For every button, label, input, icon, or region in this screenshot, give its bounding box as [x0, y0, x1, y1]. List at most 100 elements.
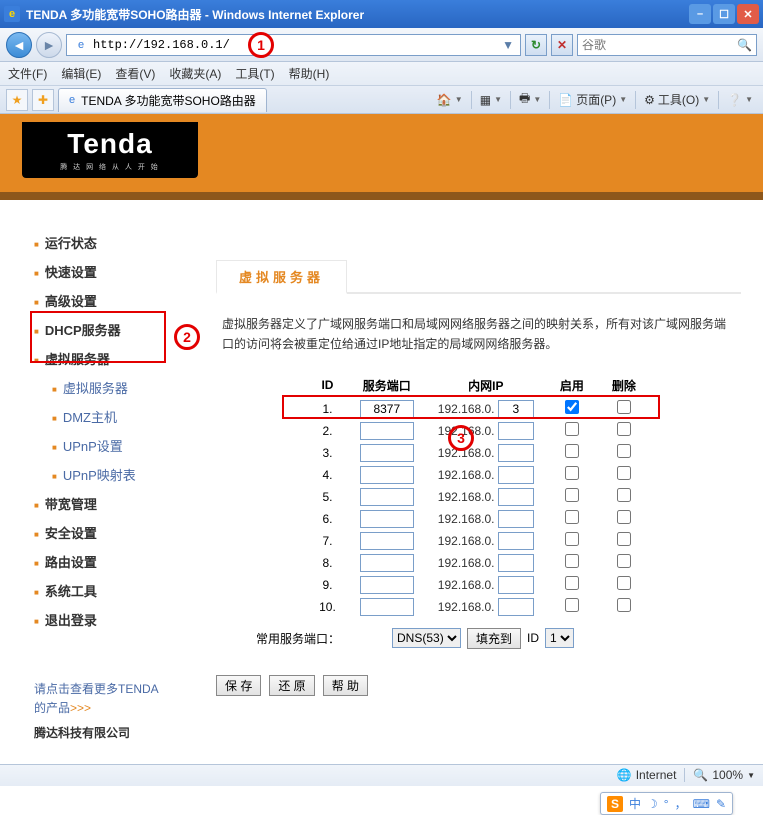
delete-checkbox[interactable]: [617, 466, 631, 480]
back-button[interactable]: ◄: [6, 32, 32, 58]
address-bar[interactable]: e ▼: [66, 34, 521, 56]
enable-checkbox[interactable]: [565, 598, 579, 612]
sidebar-item-13[interactable]: 退出登录: [34, 605, 210, 634]
ime-mode[interactable]: 中: [629, 795, 641, 812]
tools-menu[interactable]: ⚙工具(O)▼: [640, 91, 714, 108]
ip-input[interactable]: [498, 466, 534, 484]
port-input[interactable]: [360, 554, 414, 572]
ip-input[interactable]: [498, 598, 534, 616]
url-input[interactable]: [93, 38, 498, 52]
help-button[interactable]: 帮 助: [323, 675, 368, 696]
enable-checkbox[interactable]: [565, 444, 579, 458]
company-link[interactable]: 腾达科技有限公司: [34, 726, 130, 740]
delete-checkbox[interactable]: [617, 532, 631, 546]
fill-to-button[interactable]: 填充到: [467, 628, 521, 649]
port-input[interactable]: [360, 510, 414, 528]
search-box[interactable]: 🔍: [577, 34, 757, 56]
feeds-button[interactable]: ▦▼: [476, 93, 506, 107]
menu-file[interactable]: 文件(F): [8, 65, 47, 82]
sidebar-item-8[interactable]: UPnP映射表: [34, 460, 210, 489]
ip-input[interactable]: [498, 532, 534, 550]
ip-input[interactable]: [498, 444, 534, 462]
port-input[interactable]: [360, 400, 414, 418]
delete-checkbox[interactable]: [617, 444, 631, 458]
ip-input[interactable]: [498, 576, 534, 594]
ip-input[interactable]: [498, 488, 534, 506]
sidebar-item-2[interactable]: 高级设置: [34, 286, 210, 315]
port-input[interactable]: [360, 598, 414, 616]
home-button[interactable]: 🏠▼: [433, 93, 467, 107]
search-input[interactable]: [582, 38, 737, 52]
url-dropdown-icon[interactable]: ▼: [498, 38, 518, 52]
window-close-button[interactable]: ✕: [737, 4, 759, 24]
ip-input[interactable]: [498, 510, 534, 528]
port-input[interactable]: [360, 444, 414, 462]
port-input[interactable]: [360, 576, 414, 594]
sidebar-item-9[interactable]: 带宽管理: [34, 489, 210, 518]
sidebar-item-5[interactable]: 虚拟服务器: [34, 373, 210, 402]
stop-button[interactable]: ✕: [551, 34, 573, 56]
delete-checkbox[interactable]: [617, 488, 631, 502]
ime-keyboard-icon[interactable]: ⌨: [693, 797, 710, 811]
enable-checkbox[interactable]: [565, 554, 579, 568]
menu-help[interactable]: 帮助(H): [289, 65, 330, 82]
ime-toolbar[interactable]: S 中 ☽ ° ， ⌨ ✎: [600, 792, 733, 815]
help-button[interactable]: ❔▼: [723, 93, 757, 107]
go-refresh-button[interactable]: ↻: [525, 34, 547, 56]
ime-punct[interactable]: ，: [675, 795, 687, 812]
menu-favorites[interactable]: 收藏夹(A): [169, 65, 221, 82]
sidebar-item-1[interactable]: 快速设置: [34, 257, 210, 286]
sidebar-item-12[interactable]: 系统工具: [34, 576, 210, 605]
sidebar-item-7[interactable]: UPnP设置: [34, 431, 210, 460]
lan-prefix: 192.168.0.: [438, 402, 495, 416]
save-button[interactable]: 保 存: [216, 675, 261, 696]
delete-checkbox[interactable]: [617, 510, 631, 524]
ip-input[interactable]: [498, 422, 534, 440]
window-minimize-button[interactable]: –: [689, 4, 711, 24]
sidebar-item-3[interactable]: DHCP服务器: [34, 315, 210, 344]
search-icon[interactable]: 🔍: [737, 38, 752, 52]
delete-checkbox[interactable]: [617, 422, 631, 436]
menu-edit[interactable]: 编辑(E): [61, 65, 101, 82]
common-port-select[interactable]: DNS(53): [392, 628, 461, 648]
delete-checkbox[interactable]: [617, 576, 631, 590]
security-zone[interactable]: 🌐 Internet: [617, 768, 677, 782]
favorites-star-icon[interactable]: ★: [6, 89, 28, 111]
menu-view[interactable]: 查看(V): [115, 65, 155, 82]
enable-checkbox[interactable]: [565, 422, 579, 436]
ip-input[interactable]: [498, 400, 534, 418]
forward-button[interactable]: ►: [36, 32, 62, 58]
sidebar-item-10[interactable]: 安全设置: [34, 518, 210, 547]
ime-moon-icon[interactable]: ☽: [647, 797, 658, 811]
enable-checkbox[interactable]: [565, 576, 579, 590]
sidebar-item-11[interactable]: 路由设置: [34, 547, 210, 576]
sidebar-item-4[interactable]: 虚拟服务器: [34, 344, 210, 373]
ime-tool-icon[interactable]: ✎: [716, 797, 726, 811]
enable-checkbox[interactable]: [565, 466, 579, 480]
port-input[interactable]: [360, 532, 414, 550]
enable-checkbox[interactable]: [565, 532, 579, 546]
browser-tab[interactable]: e TENDA 多功能宽带SOHO路由器: [58, 88, 267, 112]
zoom-control[interactable]: 🔍 100% ▼: [684, 768, 755, 782]
enable-checkbox[interactable]: [565, 400, 579, 414]
window-maximize-button[interactable]: ☐: [713, 4, 735, 24]
port-input[interactable]: [360, 422, 414, 440]
restore-button[interactable]: 还 原: [269, 675, 314, 696]
sidebar-item-6[interactable]: DMZ主机: [34, 402, 210, 431]
content-tab-virtual-server[interactable]: 虚拟服务器: [216, 260, 347, 294]
delete-checkbox[interactable]: [617, 598, 631, 612]
menu-tools[interactable]: 工具(T): [235, 65, 274, 82]
ip-input[interactable]: [498, 554, 534, 572]
fill-id-select[interactable]: 1: [545, 628, 574, 648]
favorites-add-icon[interactable]: ✚: [32, 89, 54, 111]
print-button[interactable]: 🖶▼: [515, 89, 545, 110]
sidebar-item-0[interactable]: 运行状态: [34, 228, 210, 257]
port-input[interactable]: [360, 488, 414, 506]
page-menu[interactable]: 📄页面(P)▼: [554, 91, 631, 108]
delete-checkbox[interactable]: [617, 400, 631, 414]
enable-checkbox[interactable]: [565, 510, 579, 524]
delete-checkbox[interactable]: [617, 554, 631, 568]
port-input[interactable]: [360, 466, 414, 484]
ime-shape[interactable]: °: [664, 797, 669, 811]
enable-checkbox[interactable]: [565, 488, 579, 502]
